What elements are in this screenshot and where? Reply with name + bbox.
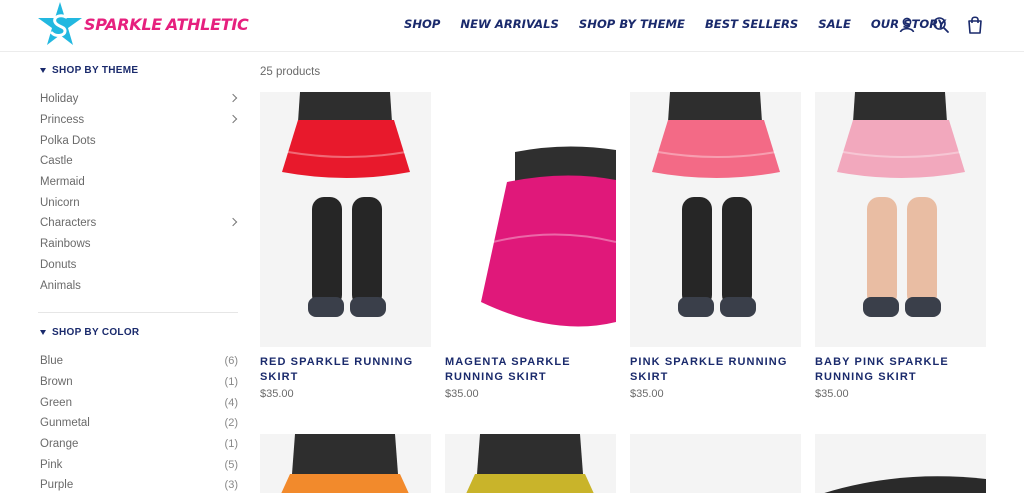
chevron-right-icon[interactable] — [228, 93, 238, 103]
color-list: Blue (6) Brown (1) Green (4) Gunmetal (2) Orange… — [38, 351, 238, 493]
theme-filter-item[interactable]: Animals — [38, 275, 238, 296]
main-nav: SHOP NEW ARRIVALS SHOP BY THEME BEST SEL… — [404, 17, 946, 31]
color-filter-item[interactable]: Purple (3) — [38, 475, 238, 493]
shop-by-theme-toggle[interactable]: SHOP BY THEME — [38, 60, 238, 80]
site-header: SPARKLE ATHLETIC SHOP NEW ARRIVALS SHOP B… — [0, 0, 1024, 52]
color-filter-item[interactable]: Orange (1) — [38, 434, 238, 455]
theme-filter-item[interactable]: Holiday — [38, 89, 238, 110]
product-card[interactable] — [260, 434, 431, 493]
theme-filter-label: Polka Dots — [40, 134, 96, 147]
product-image[interactable] — [630, 434, 801, 493]
theme-filter-label: Unicorn — [40, 196, 80, 209]
brand-name-part2: ATHLETIC — [165, 15, 249, 34]
color-filter-item[interactable]: Pink (5) — [38, 454, 238, 475]
cart-icon[interactable] — [965, 15, 985, 35]
color-filter-label: Purple — [40, 479, 74, 492]
product-price: $35.00 — [630, 388, 664, 400]
theme-filter-label: Castle — [40, 155, 73, 168]
color-filter-item[interactable]: Gunmetal (2) — [38, 413, 238, 434]
color-filter-count: (6) — [224, 355, 238, 368]
theme-filter-item[interactable]: Donuts — [38, 255, 238, 276]
nav-new-arrivals[interactable]: NEW ARRIVALS — [460, 17, 558, 31]
color-filter-item[interactable]: Blue (6) — [38, 351, 238, 372]
brand-name: SPARKLE ATHLETIC — [84, 15, 249, 34]
shop-by-color-toggle[interactable]: SHOP BY COLOR — [38, 323, 238, 343]
product-card[interactable] — [630, 434, 801, 493]
product-image[interactable] — [815, 92, 986, 347]
product-price: $35.00 — [445, 388, 479, 400]
product-card[interactable] — [445, 434, 616, 493]
caret-down-icon — [40, 330, 46, 336]
search-icon[interactable] — [931, 15, 951, 35]
color-filter-label: Gunmetal — [40, 417, 90, 430]
brand-logo[interactable]: SPARKLE ATHLETIC — [38, 0, 249, 52]
theme-filter-label: Characters — [40, 217, 97, 230]
theme-filter-label: Holiday — [40, 93, 79, 106]
color-filter-label: Brown — [40, 375, 73, 388]
product-card[interactable]: PINK SPARKLE RUNNING SKIRT $35.00 — [630, 92, 801, 400]
product-image[interactable] — [260, 92, 431, 347]
theme-filter-label: Mermaid — [40, 176, 85, 189]
header-icons — [897, 15, 985, 35]
color-filter-count: (2) — [224, 417, 238, 430]
color-filter-label: Blue — [40, 355, 64, 368]
color-filter-count: (1) — [224, 375, 238, 388]
product-card[interactable]: MAGENTA SPARKLE RUNNING SKIRT $35.00 — [445, 92, 616, 400]
sidebar-divider — [38, 311, 238, 313]
product-image[interactable] — [260, 434, 431, 493]
product-card[interactable] — [815, 434, 986, 493]
product-title[interactable]: MAGENTA SPARKLE RUNNING SKIRT — [445, 355, 616, 385]
theme-filter-item[interactable]: Unicorn — [38, 192, 238, 213]
product-title[interactable]: BABY PINK SPARKLE RUNNING SKIRT — [815, 355, 986, 385]
product-card[interactable]: BABY PINK SPARKLE RUNNING SKIRT $35.00 — [815, 92, 986, 400]
product-title[interactable]: PINK SPARKLE RUNNING SKIRT — [630, 355, 801, 385]
shop-by-theme-title: SHOP BY THEME — [52, 64, 139, 76]
product-image[interactable] — [630, 92, 801, 347]
nav-shop-by-theme[interactable]: SHOP BY THEME — [579, 17, 685, 31]
theme-filter-item[interactable]: Polka Dots — [38, 130, 238, 151]
chevron-right-icon[interactable] — [228, 217, 238, 227]
nav-sale[interactable]: SALE — [818, 17, 851, 31]
product-title[interactable]: RED SPARKLE RUNNING SKIRT — [260, 355, 431, 385]
caret-down-icon — [40, 67, 46, 73]
color-filter-label: Pink — [40, 458, 63, 471]
product-count: 25 products — [260, 66, 321, 78]
filter-sidebar: SHOP BY THEME Holiday Princess Polka Dots C… — [38, 60, 238, 493]
brand-name-part1: SPARKLE — [84, 15, 162, 34]
product-price: $35.00 — [260, 388, 294, 400]
color-filter-count: (4) — [224, 396, 238, 409]
color-filter-item[interactable]: Brown (1) — [38, 372, 238, 393]
theme-filter-item[interactable]: Princess — [38, 110, 238, 131]
product-image[interactable] — [815, 434, 986, 493]
theme-list: Holiday Princess Polka Dots Castle Mermaid Un… — [38, 89, 238, 296]
star-s-logo-icon — [38, 2, 82, 45]
user-icon[interactable] — [897, 15, 917, 35]
color-filter-item[interactable]: Green (4) — [38, 392, 238, 413]
color-filter-count: (5) — [224, 458, 238, 471]
theme-filter-label: Rainbows — [40, 238, 91, 251]
product-price: $35.00 — [815, 388, 849, 400]
color-filter-count: (1) — [224, 437, 238, 450]
theme-filter-item[interactable]: Mermaid — [38, 172, 238, 193]
product-card[interactable]: RED SPARKLE RUNNING SKIRT $35.00 — [260, 92, 431, 400]
theme-filter-item[interactable]: Castle — [38, 151, 238, 172]
product-image[interactable] — [445, 92, 616, 347]
theme-filter-item[interactable]: Characters — [38, 213, 238, 234]
shop-by-color-title: SHOP BY COLOR — [52, 327, 140, 339]
theme-filter-item[interactable]: Rainbows — [38, 234, 238, 255]
nav-best-sellers[interactable]: BEST SELLERS — [705, 17, 798, 31]
chevron-right-icon[interactable] — [228, 114, 238, 123]
color-filter-label: Orange — [40, 437, 79, 450]
theme-filter-label: Princess — [40, 114, 85, 127]
product-image[interactable] — [445, 434, 616, 493]
color-filter-count: (3) — [224, 479, 238, 492]
theme-filter-label: Donuts — [40, 258, 77, 271]
color-filter-label: Green — [40, 396, 72, 409]
nav-shop[interactable]: SHOP — [404, 17, 440, 31]
theme-filter-label: Animals — [40, 279, 81, 292]
